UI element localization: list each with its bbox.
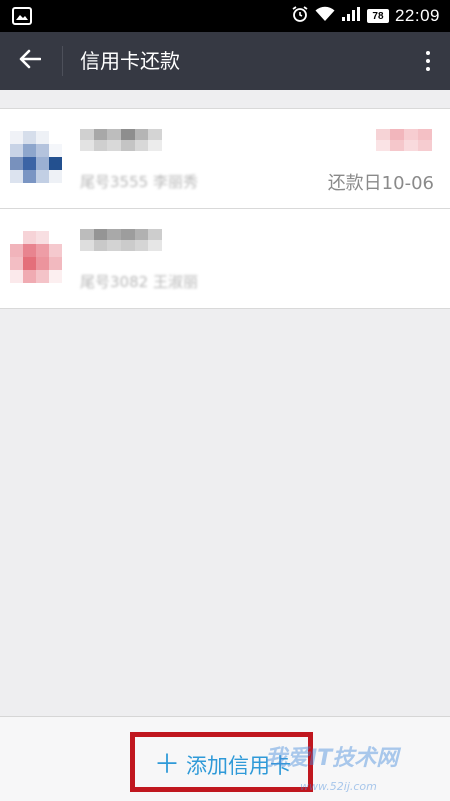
back-button[interactable] xyxy=(0,32,60,90)
bank-logo-icon xyxy=(10,131,62,183)
card-subtitle: 尾号3555 李丽秀 xyxy=(80,173,198,191)
alarm-icon xyxy=(291,5,309,27)
page-title: 信用卡还款 xyxy=(80,49,180,73)
battery-icon: 78 xyxy=(366,9,389,23)
card-list: 尾号3555 李丽秀 还款日10-06 尾号3082 王淑丽 xyxy=(0,108,450,309)
more-menu-button[interactable] xyxy=(420,32,436,90)
status-bar: 78 22:09 xyxy=(0,0,450,32)
arrow-left-icon xyxy=(19,49,42,73)
status-time: 22:09 xyxy=(394,6,440,25)
wifi-icon xyxy=(315,6,335,26)
card-subtitle: 尾号3082 王淑丽 xyxy=(80,273,198,291)
card-item[interactable]: 尾号3555 李丽秀 还款日10-06 xyxy=(0,109,450,208)
due-date: 还款日10-06 xyxy=(327,173,434,194)
bank-logo-icon xyxy=(10,231,62,283)
header-divider xyxy=(62,46,63,76)
card-item[interactable]: 尾号3082 王淑丽 xyxy=(0,208,450,308)
watermark-url: www.52ij.com xyxy=(300,780,377,793)
app-header: 信用卡还款 xyxy=(0,32,450,90)
bank-name-redacted xyxy=(80,229,162,251)
bank-name-redacted xyxy=(80,129,162,151)
signal-icon xyxy=(341,6,361,26)
amount-redacted xyxy=(376,129,432,151)
gallery-notification-icon xyxy=(12,7,32,29)
more-vertical-icon xyxy=(426,51,430,55)
